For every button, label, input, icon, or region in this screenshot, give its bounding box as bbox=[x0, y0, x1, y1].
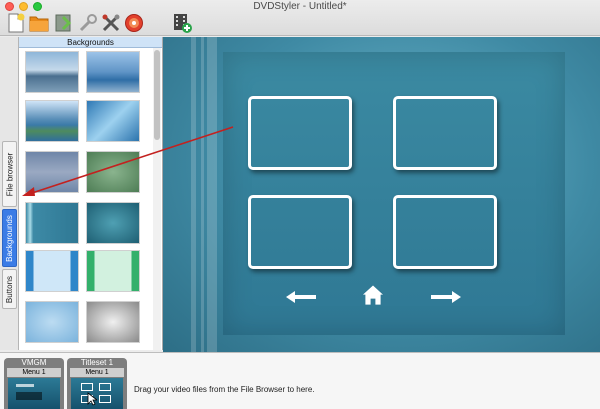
vmgm-menu-thumbnail[interactable] bbox=[8, 378, 60, 409]
mouse-cursor-icon bbox=[87, 392, 97, 406]
vmgm-tile[interactable]: VMGM Menu 1 bbox=[4, 358, 64, 409]
titleset-1-tile[interactable]: Titleset 1 Menu 1 bbox=[67, 358, 127, 409]
vmgm-menu-label: Menu 1 bbox=[7, 368, 61, 377]
vmgm-title: VMGM bbox=[21, 358, 47, 367]
annotation-arrow bbox=[22, 126, 234, 196]
thumbnail-text-line bbox=[16, 384, 34, 387]
drag-hint-text: Drag your video files from the File Brow… bbox=[134, 385, 315, 394]
thumbnail-button-frame bbox=[81, 383, 93, 391]
thumbnail-button-frame bbox=[99, 395, 111, 403]
thumbnail-button-frame bbox=[99, 383, 111, 391]
thumbnail-video-frame bbox=[16, 392, 42, 400]
titleset-1-title: Titleset 1 bbox=[80, 358, 114, 367]
titleset-manager: VMGM Menu 1 Titleset 1 Menu 1 Drag your … bbox=[0, 352, 600, 409]
titleset-1-menu-label: Menu 1 bbox=[70, 368, 124, 377]
titleset-1-menu-thumbnail[interactable] bbox=[71, 378, 123, 409]
